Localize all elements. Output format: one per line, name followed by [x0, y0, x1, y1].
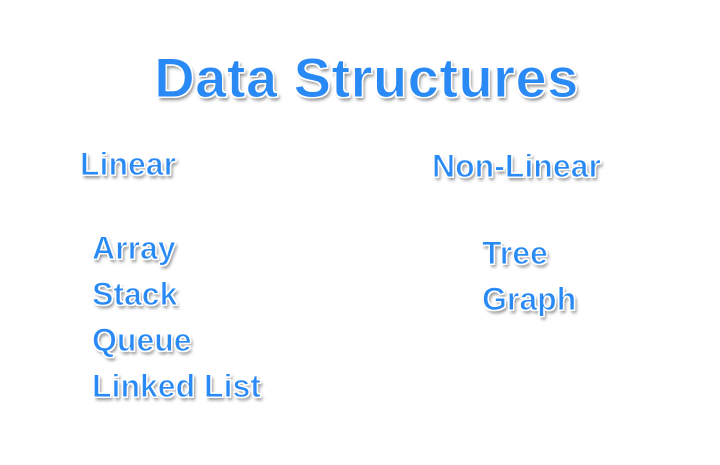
non-linear-item-graph: Graph [481, 281, 577, 317]
list-item: Stack [91, 276, 261, 324]
linear-heading: Linear [79, 146, 177, 182]
linear-list: Array Stack Queue Linked List [91, 232, 262, 416]
linear-item-linked-list: Linked List [92, 368, 262, 404]
list-item: Linked List [92, 368, 262, 416]
list-item: Tree [482, 237, 576, 283]
non-linear-item-tree: Tree [482, 235, 549, 271]
linear-item-queue: Queue [92, 322, 193, 358]
non-linear-heading: Non-Linear [432, 148, 602, 184]
linear-item-array: Array [92, 230, 177, 266]
list-item: Queue [92, 324, 261, 370]
non-linear-list: Tree Graph [481, 237, 577, 329]
linear-item-stack: Stack [91, 276, 178, 312]
slide: Data Structures Linear Array Stack Queue… [0, 0, 720, 465]
diagram-title: Data Structures [154, 46, 579, 109]
list-item: Array [92, 232, 261, 278]
list-item: Graph [481, 281, 577, 329]
